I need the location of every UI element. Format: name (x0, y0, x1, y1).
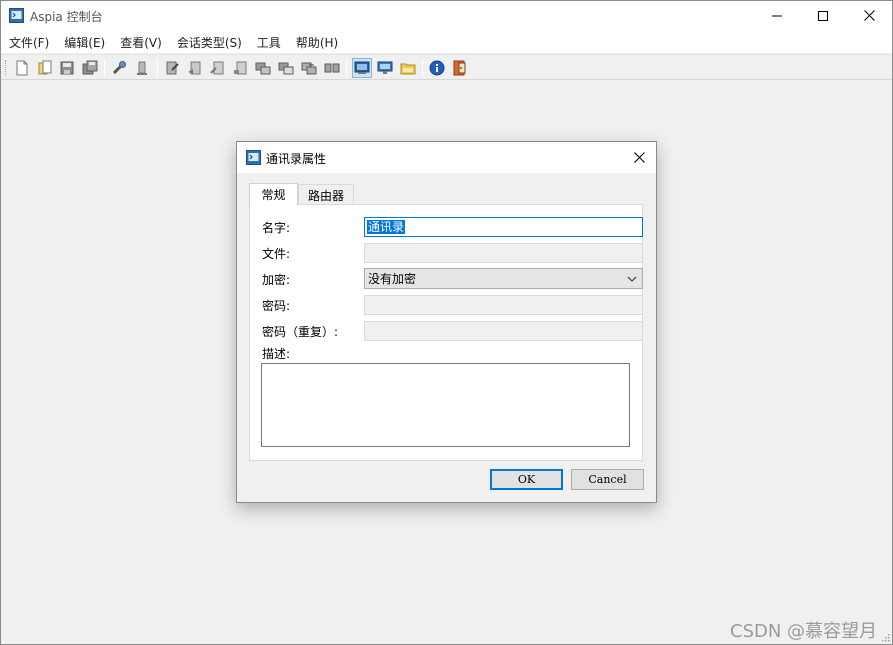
menu-bar: 文件(F) 编辑(E) 查看(V) 会话类型(S) 工具 帮助(H) (1, 31, 892, 53)
toolbar-separator (104, 59, 105, 77)
copy-computer-icon[interactable] (207, 58, 227, 78)
file-label: 文件: (262, 247, 291, 261)
toolbar-separator (422, 59, 423, 77)
save-icon[interactable] (57, 58, 77, 78)
computer-properties-icon[interactable] (184, 58, 204, 78)
new-file-icon[interactable] (12, 58, 32, 78)
close-icon (863, 10, 875, 21)
menu-tools[interactable]: 工具 (251, 34, 287, 51)
maximize-button[interactable] (800, 1, 846, 30)
tab-general[interactable]: 常规 (249, 183, 298, 205)
encryption-select-value: 没有加密 (368, 272, 417, 286)
edit-icon[interactable] (162, 58, 182, 78)
password-field (364, 295, 643, 315)
session-manage-icon[interactable] (352, 58, 372, 78)
open-file-icon[interactable] (35, 58, 55, 78)
file-field (364, 243, 643, 263)
aspia-console-icon (9, 8, 24, 23)
name-label: 名字: (262, 221, 291, 235)
tab-router[interactable]: 路由器 (298, 184, 354, 205)
toolbar (1, 54, 892, 80)
save-all-icon[interactable] (80, 58, 100, 78)
cancel-button[interactable]: Cancel (571, 469, 644, 490)
password-label: 密码: (262, 299, 291, 313)
encryption-select[interactable]: 没有加密 (364, 268, 643, 289)
toolbar-grip[interactable] (5, 60, 8, 76)
description-label: 描述: (262, 347, 291, 361)
close-button[interactable] (846, 1, 892, 30)
menu-file[interactable]: 文件(F) (3, 34, 55, 51)
modify-icon[interactable] (230, 58, 250, 78)
dialog-close-button[interactable] (630, 148, 648, 166)
chevron-down-icon (627, 276, 637, 282)
ok-button[interactable]: OK (490, 469, 563, 490)
toolbar-separator (157, 59, 158, 77)
watermark: CSDN @慕容望月 (730, 621, 878, 642)
name-field-value: 通讯录 (367, 220, 406, 234)
exit-icon[interactable] (450, 58, 470, 78)
folder-icon[interactable] (398, 58, 418, 78)
menu-view[interactable]: 查看(V) (114, 34, 168, 51)
toolbar-separator (346, 59, 347, 77)
maximize-icon (818, 10, 828, 21)
dialog-title: 通讯录属性 (266, 152, 327, 166)
info-icon[interactable] (427, 58, 447, 78)
close-icon (633, 151, 645, 163)
resize-grip-icon[interactable] (880, 632, 890, 642)
minimize-icon (772, 15, 782, 16)
file-transfer-icon[interactable] (299, 58, 319, 78)
add-computer-icon[interactable] (109, 58, 129, 78)
title-bar[interactable]: Aspia 控制台 (1, 1, 892, 31)
encryption-label: 加密: (262, 273, 291, 287)
menu-edit[interactable]: 编辑(E) (58, 34, 111, 51)
name-field[interactable]: 通讯录 (364, 217, 643, 237)
password-repeat-field (364, 321, 643, 341)
session-desktop-icon[interactable] (375, 58, 395, 78)
desktop-view-icon[interactable] (276, 58, 296, 78)
aspia-console-icon (246, 150, 261, 165)
desktop-manage-icon[interactable] (253, 58, 273, 78)
delete-icon[interactable] (132, 58, 152, 78)
address-book-properties-dialog: 通讯录属性 常规 路由器 名字: 通讯录 文件: 加密: 没有加密 密码: 密码… (236, 141, 657, 503)
menu-session-type[interactable]: 会话类型(S) (171, 34, 248, 51)
system-info-icon[interactable] (322, 58, 342, 78)
password-repeat-label: 密码（重复）: (262, 325, 339, 339)
minimize-button[interactable] (754, 1, 800, 30)
menu-help[interactable]: 帮助(H) (290, 34, 344, 51)
main-window: Aspia 控制台 文件(F) 编辑(E) 查看(V) 会话类型(S) 工具 帮… (0, 0, 893, 645)
description-textarea[interactable] (261, 363, 630, 447)
app-title: Aspia 控制台 (30, 10, 103, 24)
dialog-title-bar[interactable]: 通讯录属性 (237, 142, 656, 173)
